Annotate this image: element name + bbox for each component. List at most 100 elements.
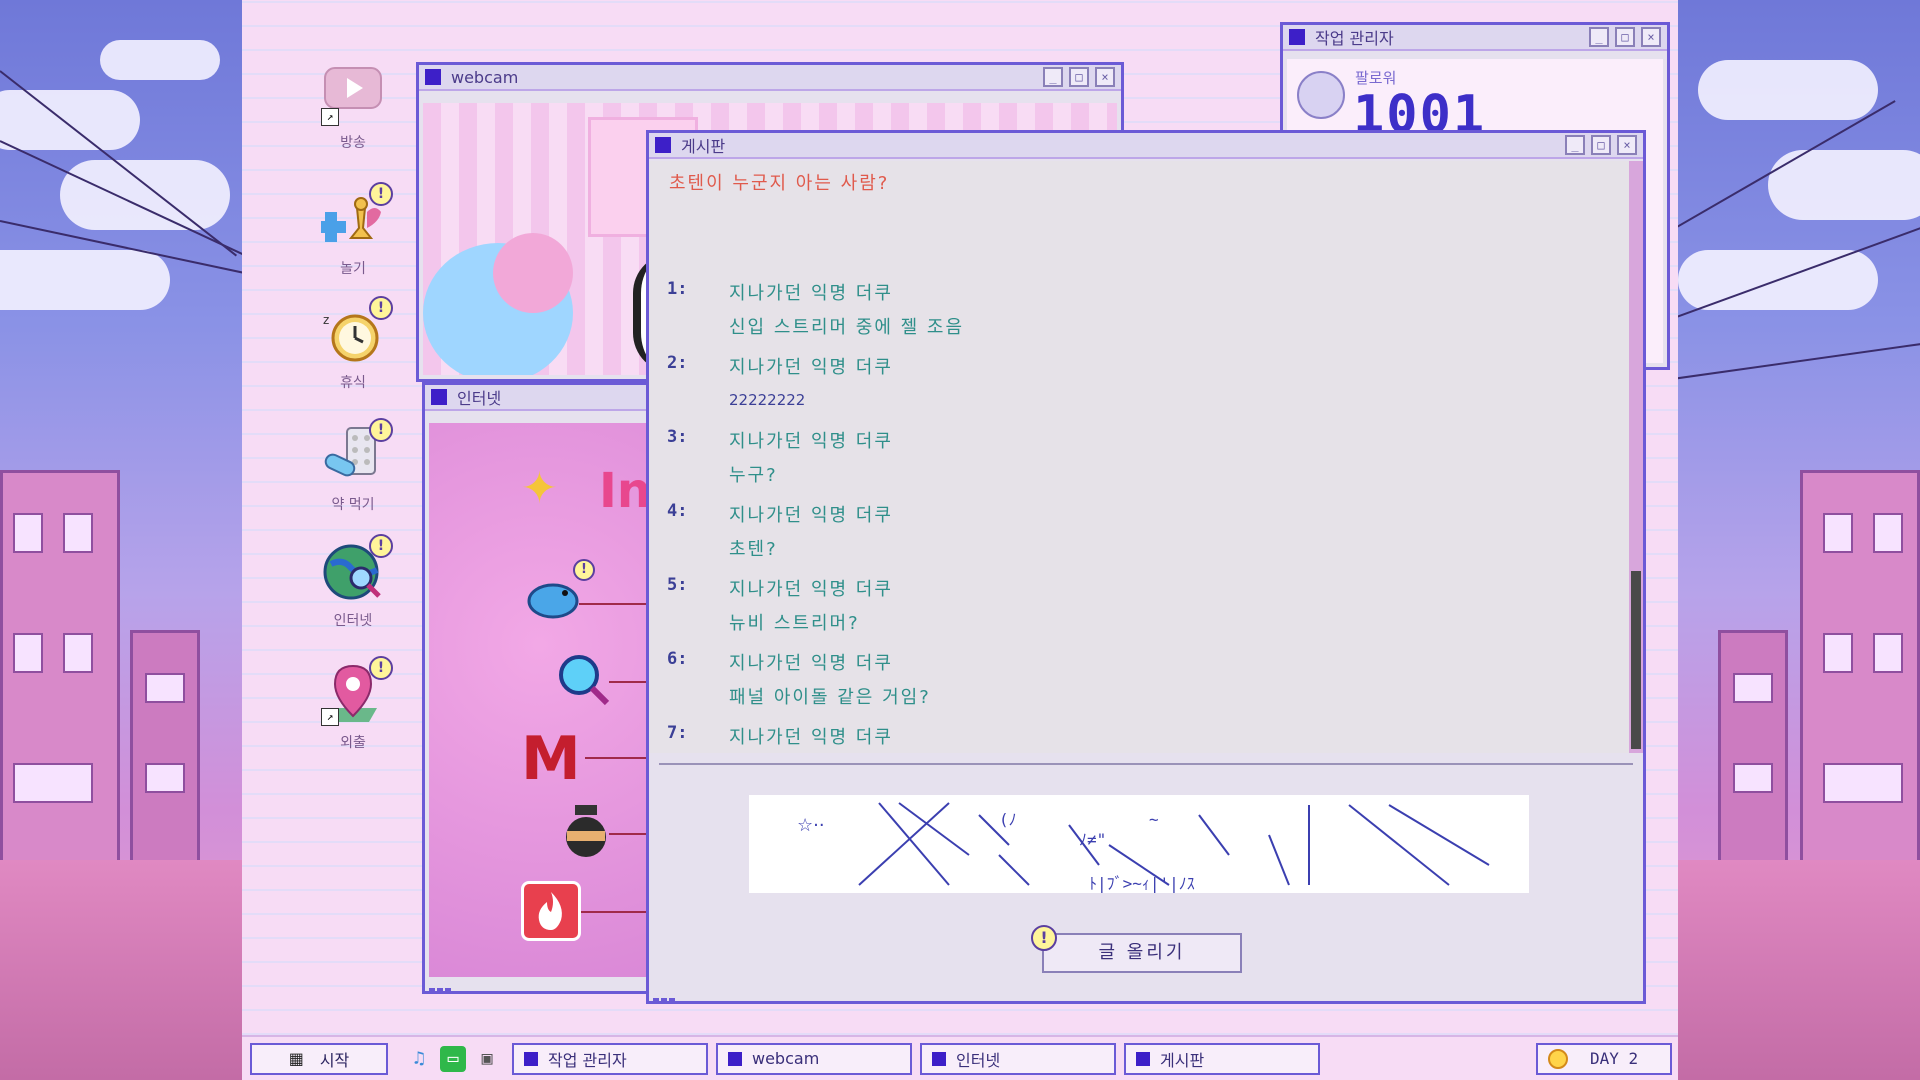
post-number: 4: [667, 501, 688, 521]
scrollbar[interactable] [1629, 161, 1643, 753]
close-button[interactable]: × [1617, 135, 1637, 155]
post-author: 지나가던 익명 더쿠 [729, 431, 893, 452]
twitter-bird-icon[interactable]: ♫ [406, 1046, 432, 1072]
window-icon [1136, 1051, 1150, 1066]
post-submit-button[interactable]: 글 올리기 [1042, 933, 1242, 973]
notification-badge: ! [369, 656, 393, 680]
notification-badge: ! [1031, 925, 1057, 951]
svg-text:~: ~ [1149, 810, 1159, 829]
desktop: ↗ 방송 ! 놀기 z ! 휴식 ! 약 먹기 ! 인터넷 ! ↗ 외출 web… [242, 0, 1678, 1035]
post-number: 7: [667, 723, 688, 743]
post-author: 지나가던 익명 더쿠 [729, 283, 893, 304]
thread-title: 초텐이 누군지 아는 사람? [669, 173, 890, 194]
window-icon [1289, 29, 1305, 45]
ascii-art-banner: ☆·· (ﾉ ﾉ≠" ~ ﾄ|ﾌﾞ>~ｨ|'|ﾉｽ [749, 795, 1529, 893]
flame-app-icon[interactable] [521, 881, 581, 941]
notification-badge: ! [369, 182, 393, 206]
search-icon[interactable] [555, 651, 611, 707]
taskbar-item-webcam[interactable]: webcam [716, 1042, 912, 1075]
background-street-left [0, 0, 242, 1080]
background-street-right [1678, 0, 1920, 1080]
close-button[interactable]: × [1095, 67, 1115, 87]
bbs-titlebar[interactable]: 게시판 _ □ × [649, 133, 1643, 159]
taskbar-item-task-manager[interactable]: 작업 관리자 [512, 1042, 708, 1075]
start-logo-icon: ▦ [288, 1049, 304, 1068]
day-indicator: DAY 2 [1536, 1042, 1672, 1075]
post-number: 5: [667, 575, 688, 595]
svg-text:ﾉ≠": ﾉ≠" [1079, 830, 1106, 849]
divider [659, 763, 1633, 765]
post-number: 2: [667, 353, 688, 373]
task-manager-titlebar[interactable]: 작업 관리자 _ □ × [1283, 25, 1667, 51]
svg-text:(ﾉ: (ﾉ [999, 810, 1017, 829]
post-author: 지나가던 익명 더쿠 [729, 505, 893, 526]
post-text: 뉴비 스트리머? [729, 613, 860, 634]
alarm-clock-icon: z ! [321, 296, 393, 366]
maximize-button[interactable]: □ [1069, 67, 1089, 87]
thread-view[interactable]: 초텐이 누군지 아는 사람? 1: 지나가던 익명 더쿠 신입 스트리머 중에 … [649, 161, 1629, 753]
map-pin-icon: ! ↗ [321, 656, 393, 726]
shortcut-arrow-icon: ↗ [321, 708, 339, 726]
post-text: 패널 아이돌 같은 거임? [729, 687, 931, 708]
quick-launch: ♫ ▭ ▣ [406, 1045, 500, 1072]
webcam-titlebar[interactable]: webcam _ □ × [419, 65, 1121, 91]
svg-text:☆··: ☆·· [797, 815, 825, 836]
post-text: 22222222 [729, 391, 806, 409]
desktop-icon-play[interactable]: ! 놀기 [307, 182, 399, 278]
taskbar-item-internet[interactable]: 인터넷 [920, 1042, 1116, 1075]
post-number: 1: [667, 279, 688, 299]
close-button[interactable]: × [1641, 27, 1661, 47]
post-text: 신입 스트리머 중에 젤 조음 [729, 317, 965, 338]
minimize-button[interactable]: _ [1589, 27, 1609, 47]
svg-text:ﾄ|ﾌﾞ>~ｨ|'|ﾉｽ: ﾄ|ﾌﾞ>~ｨ|'|ﾉｽ [1089, 874, 1195, 893]
sparkle-icon: ✦ [521, 463, 558, 514]
post-author: 지나가던 익명 더쿠 [729, 727, 893, 748]
bird-icon[interactable]: ! [525, 559, 595, 621]
avatar [1297, 71, 1345, 119]
window-icon [655, 137, 671, 153]
taskbar: ▦ 시작 ♫ ▭ ▣ 작업 관리자 webcam 인터넷 게시판 DAY 2 [242, 1035, 1678, 1080]
start-button[interactable]: ▦ 시작 [250, 1042, 388, 1075]
svg-text:M: M [521, 724, 581, 789]
window-footer [653, 989, 713, 1004]
m-app-icon[interactable]: M [519, 723, 585, 794]
desktop-icon-medicine[interactable]: ! 약 먹기 [307, 418, 399, 514]
shortcut-arrow-icon: ↗ [321, 108, 339, 126]
minimize-button[interactable]: _ [1043, 67, 1063, 87]
desktop-icon-rest[interactable]: z ! 휴식 [307, 296, 399, 392]
post-text: 누구? [729, 465, 778, 486]
bbs-window[interactable]: 게시판 _ □ × 초텐이 누군지 아는 사람? 1: 지나가던 익명 더쿠 신… [646, 130, 1646, 1004]
post-author: 지나가던 익명 더쿠 [729, 579, 893, 600]
notification-badge: ! [369, 534, 393, 558]
jar-icon[interactable] [563, 803, 609, 859]
broadcast-icon: ↗ [321, 62, 385, 126]
play-icon: ! [316, 182, 393, 252]
window-footer [429, 979, 489, 994]
desktop-icon-go-out[interactable]: ! ↗ 외출 [307, 656, 399, 752]
notification-badge: ! [369, 296, 393, 320]
desktop-icon-broadcast[interactable]: ↗ 방송 [307, 62, 399, 152]
sun-icon [1548, 1048, 1568, 1069]
post-author: 지나가던 익명 더쿠 [729, 653, 893, 674]
chat-icon[interactable]: ▭ [440, 1045, 466, 1072]
notification-badge: ! [369, 418, 393, 442]
post-number: 6: [667, 649, 688, 669]
window-icon [524, 1051, 538, 1066]
taskbar-item-bbs[interactable]: 게시판 [1124, 1042, 1320, 1075]
window-icon [431, 389, 447, 405]
maximize-button[interactable]: □ [1591, 135, 1611, 155]
scrollbar-thumb[interactable] [1631, 571, 1641, 749]
internet-logo: In [599, 463, 652, 519]
globe-icon: ! [321, 534, 393, 604]
post-number: 3: [667, 427, 688, 447]
maximize-button[interactable]: □ [1615, 27, 1635, 47]
window-icon [932, 1051, 946, 1066]
svg-text:z: z [323, 313, 329, 327]
desktop-icon-internet[interactable]: ! 인터넷 [307, 534, 399, 630]
minimize-button[interactable]: _ [1565, 135, 1585, 155]
window-icon [425, 69, 441, 85]
post-author: 지나가던 익명 더쿠 [729, 357, 893, 378]
computer-icon[interactable]: ▣ [474, 1046, 500, 1072]
post-text: 초텐? [729, 539, 778, 560]
window-icon [728, 1051, 742, 1066]
